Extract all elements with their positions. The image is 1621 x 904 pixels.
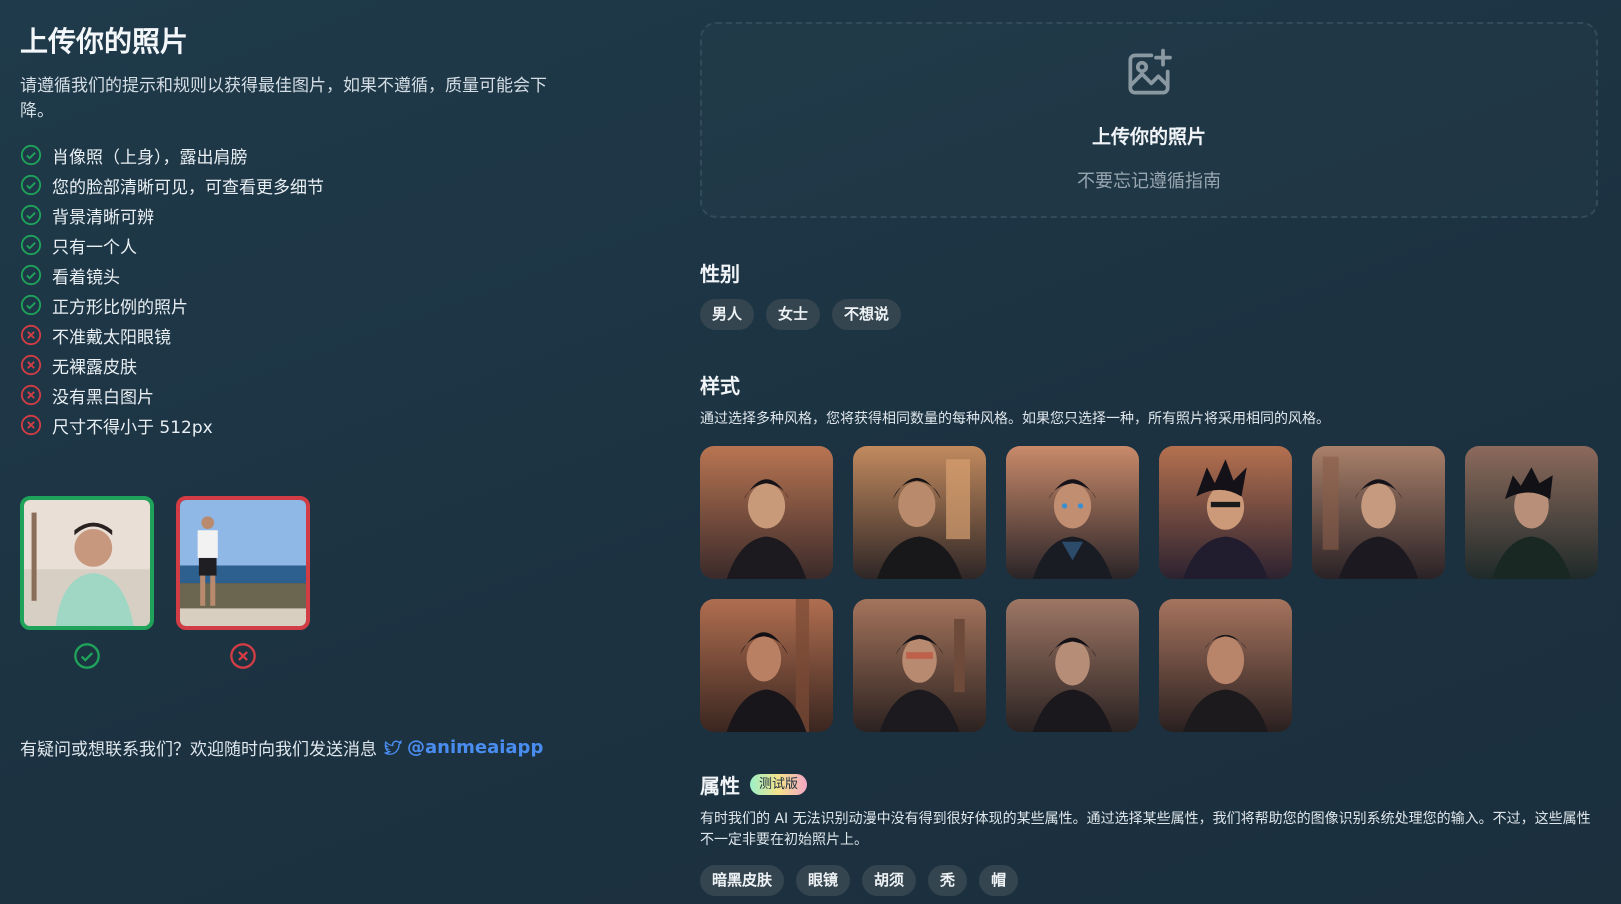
check-circle-icon [74, 643, 100, 669]
style-option[interactable] [1312, 446, 1445, 579]
attributes-header: 属性 测试版 [700, 770, 1598, 799]
good-example [20, 496, 154, 670]
rule-text: 背景清晰可辨 [52, 207, 154, 228]
rule-item: 尺寸不得小于 512px [20, 410, 600, 440]
rule-text: 看着镜头 [52, 267, 120, 288]
upload-subtitle: 不要忘记遵循指南 [1077, 171, 1221, 192]
styles-title: 样式 [700, 374, 740, 398]
style-option[interactable] [1159, 446, 1292, 579]
rule-text: 无裸露皮肤 [52, 357, 137, 378]
x-circle-icon [20, 414, 42, 436]
style-option[interactable] [1006, 446, 1139, 579]
rule-text: 不准戴太阳眼镜 [52, 327, 171, 348]
x-circle-icon [20, 354, 42, 376]
rule-text: 尺寸不得小于 512px [52, 417, 213, 438]
attribute-options: 暗黑皮肤 眼镜 胡须 秃 帽 [700, 865, 1598, 896]
style-option[interactable] [1465, 446, 1598, 579]
attribute-option-dark-skin[interactable]: 暗黑皮肤 [700, 865, 785, 896]
form-panel: 上传你的照片 不要忘记遵循指南 性别 男人 女士 不想说 样式 通过选择多种风格… [700, 22, 1598, 896]
attribute-option-bald[interactable]: 秃 [928, 865, 968, 896]
style-option[interactable] [853, 599, 986, 732]
rule-item: 只有一个人 [20, 230, 600, 260]
rule-item: 肖像照（上身），露出肩膀 [20, 140, 600, 170]
gender-option-unspecified[interactable]: 不想说 [832, 299, 902, 330]
check-circle-icon [20, 174, 42, 196]
contact-line: 有疑问或想联系我们？欢迎随时向我们发送消息 @animeaiapp [20, 735, 543, 760]
check-circle-icon [20, 264, 42, 286]
check-circle-icon [20, 144, 42, 166]
check-circle-icon [20, 204, 42, 226]
style-option[interactable] [700, 446, 833, 579]
check-circle-icon [20, 234, 42, 256]
style-option[interactable] [700, 599, 833, 732]
bad-example [176, 496, 310, 670]
upload-title: 上传你的照片 [1091, 126, 1206, 148]
rules-list: 肖像照（上身），露出肩膀 您的脸部清晰可见，可查看更多细节 背景清晰可辨 只有一… [20, 140, 600, 440]
rule-text: 只有一个人 [52, 237, 137, 258]
contact-text: 有疑问或想联系我们？欢迎随时向我们发送消息 [20, 740, 377, 760]
x-circle-icon [230, 643, 256, 669]
twitter-handle-link[interactable]: @animeaiapp [407, 737, 543, 758]
style-option[interactable] [853, 446, 986, 579]
rule-text: 您的脸部清晰可见，可查看更多细节 [52, 177, 324, 198]
beta-badge: 测试版 [750, 774, 808, 795]
rule-item: 背景清晰可辨 [20, 200, 600, 230]
rule-text: 肖像照（上身），露出肩膀 [52, 147, 248, 168]
example-photos [20, 496, 310, 670]
rule-item: 看着镜头 [20, 260, 600, 290]
gender-option-male[interactable]: 男人 [700, 299, 755, 330]
rule-text: 没有黑白图片 [52, 387, 154, 408]
attribute-option-hat[interactable]: 帽 [979, 865, 1019, 896]
rule-item: 无裸露皮肤 [20, 350, 600, 380]
attributes-description: 有时我们的 AI 无法识别动漫中没有得到很好体现的某些属性。通过选择某些属性，我… [700, 811, 1591, 848]
good-example-photo [20, 496, 154, 630]
attribute-option-glasses[interactable]: 眼镜 [796, 865, 851, 896]
guidelines-panel: 上传你的照片 请遵循我们的提示和规则以获得最佳图片，如果不遵循，质量可能会下降。… [20, 20, 600, 440]
style-option[interactable] [1006, 599, 1139, 732]
rule-item: 不准戴太阳眼镜 [20, 320, 600, 350]
attribute-option-beard[interactable]: 胡须 [862, 865, 917, 896]
bad-example-photo [176, 496, 310, 630]
x-circle-icon [20, 384, 42, 406]
guidelines-intro: 请遵循我们的提示和规则以获得最佳图片，如果不遵循，质量可能会下降。 [20, 76, 547, 121]
style-option[interactable] [1159, 599, 1292, 732]
attributes-title: 属性 [700, 774, 740, 798]
rule-text: 正方形比例的照片 [52, 297, 188, 318]
rule-item: 没有黑白图片 [20, 380, 600, 410]
gender-title: 性别 [700, 262, 740, 286]
twitter-icon [384, 739, 403, 755]
gender-option-female[interactable]: 女士 [766, 299, 821, 330]
rule-item: 正方形比例的照片 [20, 290, 600, 320]
page-title: 上传你的照片 [20, 25, 189, 58]
check-circle-icon [20, 294, 42, 316]
styles-description: 通过选择多种风格，您将获得相同数量的每种风格。如果您只选择一种，所有照片将采用相… [700, 411, 1330, 427]
rule-item: 您的脸部清晰可见，可查看更多细节 [20, 170, 600, 200]
add-image-icon [1128, 48, 1172, 95]
x-circle-icon [20, 324, 42, 346]
gender-options: 男人 女士 不想说 [700, 299, 1598, 330]
upload-dropzone[interactable]: 上传你的照片 不要忘记遵循指南 [700, 22, 1598, 218]
style-grid [700, 446, 1598, 732]
